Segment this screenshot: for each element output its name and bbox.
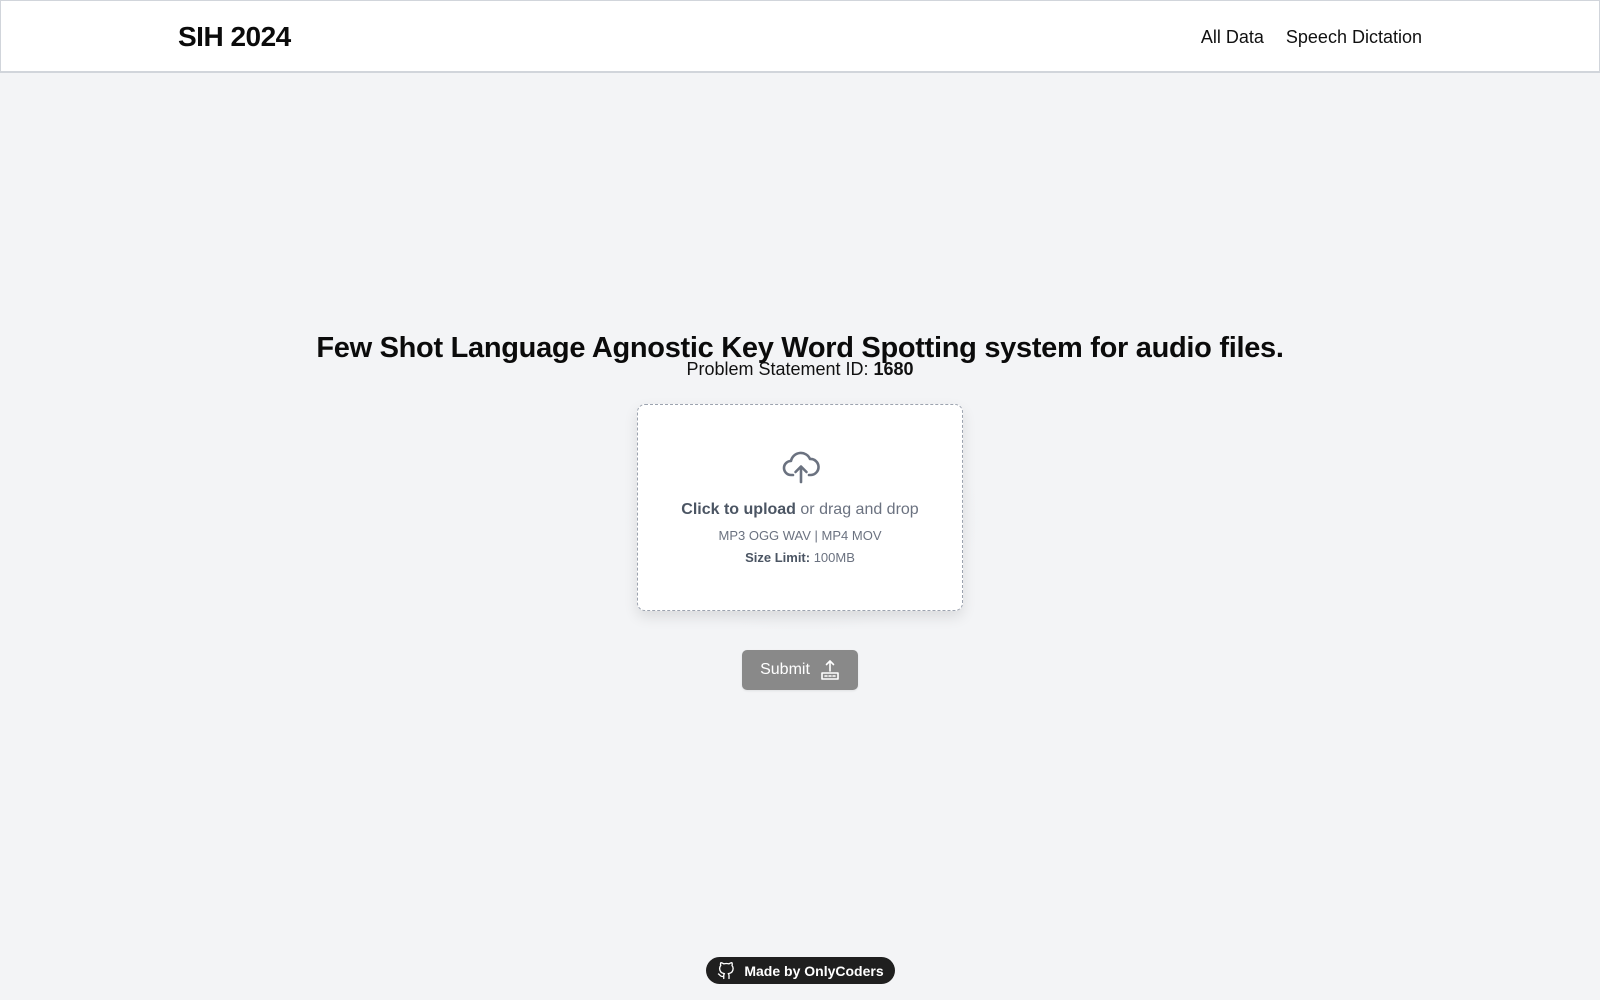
problem-statement: Problem Statement ID: 1680	[0, 359, 1600, 380]
nav-link-all-data[interactable]: All Data	[1201, 27, 1264, 48]
size-limit-value: 100MB	[810, 550, 855, 565]
size-limit-label: Size Limit:	[745, 550, 811, 565]
upload-tray-icon	[821, 660, 839, 680]
click-to-upload-text: Click to upload	[681, 501, 796, 518]
size-limit: Size Limit: 100MB	[638, 550, 962, 565]
top-navbar: SIH 2024 All Data Speech Dictation	[0, 0, 1600, 73]
main-nav: All Data Speech Dictation	[1201, 27, 1422, 48]
submit-button-label: Submit	[760, 661, 810, 678]
github-icon	[718, 961, 735, 979]
brand-logo[interactable]: SIH 2024	[178, 21, 291, 53]
upload-instructions: Click to upload or drag and drop	[638, 501, 962, 519]
supported-formats: MP3 OGG WAV | MP4 MOV	[718, 528, 882, 543]
file-upload-dropzone[interactable]: Click to upload or drag and drop MP3 OGG…	[637, 404, 963, 611]
cloud-upload-icon	[782, 451, 820, 484]
problem-statement-id: 1680	[873, 359, 914, 379]
made-by-badge[interactable]: Made by OnlyCoders	[706, 957, 895, 984]
submit-button[interactable]: Submit	[742, 650, 858, 690]
made-by-label: Made by OnlyCoders	[744, 962, 884, 979]
problem-statement-label: Problem Statement ID:	[686, 359, 874, 379]
nav-link-speech-dictation[interactable]: Speech Dictation	[1286, 27, 1422, 48]
drag-and-drop-text: or drag and drop	[795, 501, 919, 518]
